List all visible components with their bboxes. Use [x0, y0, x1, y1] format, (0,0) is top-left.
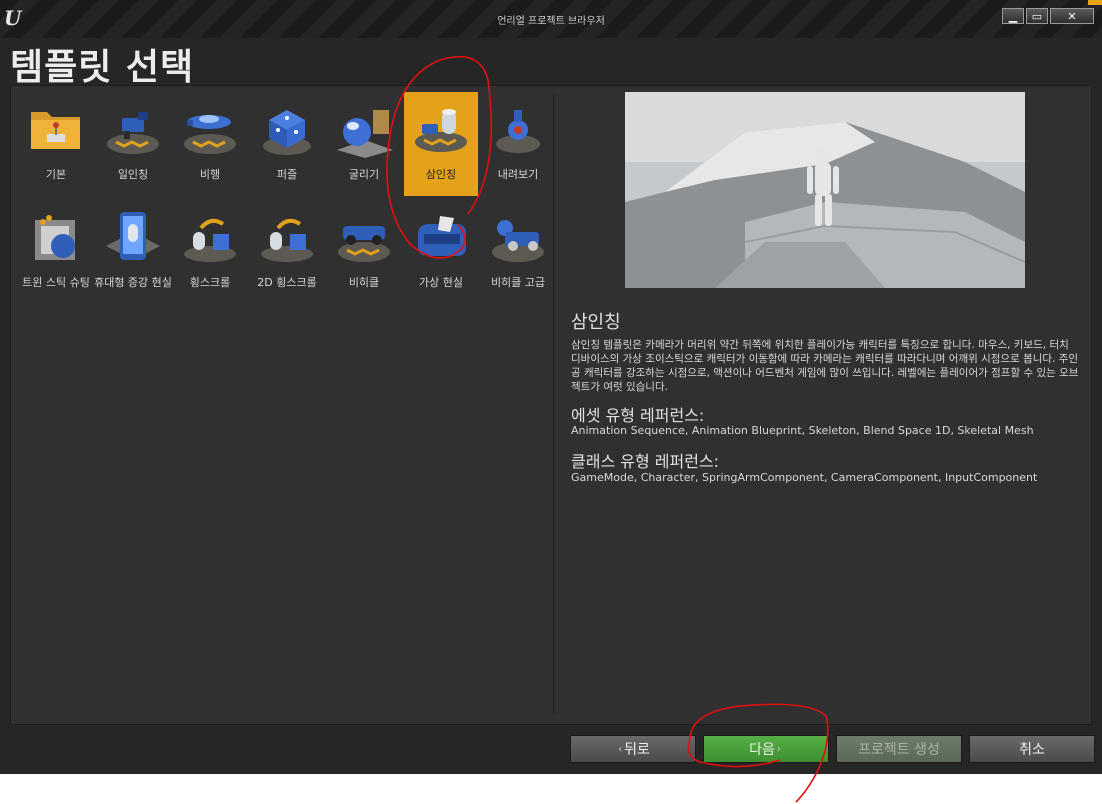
template-label: 비히클	[348, 276, 380, 289]
back-button-label: 뒤로	[624, 742, 650, 758]
template-label: 휴대형 증강 현실	[94, 276, 172, 289]
create-project-label: 프로젝트 생성	[858, 742, 940, 758]
template-third-person[interactable]: 삼인칭	[404, 92, 478, 196]
template-label: 삼인칭	[425, 168, 457, 181]
twin-stick-shooter-icon	[25, 206, 87, 268]
handheld-ar-icon	[102, 206, 164, 268]
template-label: 가상 현실	[419, 276, 463, 289]
template-detail-title: 삼인칭	[571, 312, 621, 333]
template-label: 트윈 스틱 슈팅	[22, 276, 90, 289]
template-label: 비히클 고급	[490, 276, 546, 289]
template-preview-image	[625, 92, 1026, 288]
back-button[interactable]: ‹ 뒤로	[570, 735, 696, 763]
template-vr[interactable]: 가상 현실	[404, 200, 478, 304]
chevron-right-icon: ›	[776, 743, 781, 755]
side-scroller-icon	[179, 206, 241, 268]
folder-joystick-icon	[25, 98, 87, 160]
rolling-ball-icon	[333, 98, 395, 160]
accent-strip	[1088, 0, 1102, 5]
next-button-label: 다음	[749, 742, 775, 758]
vehicle-advanced-icon	[487, 206, 549, 268]
first-person-gun-icon	[102, 98, 164, 160]
template-label: 횡스크롤	[189, 276, 231, 289]
template-top-down[interactable]: 내려보기	[481, 92, 555, 196]
cancel-button[interactable]: 취소	[969, 735, 1095, 763]
template-detail-description: 삼인칭 템플릿은 카메라가 머리위 약간 뒤쪽에 위치한 플레이가능 캐릭터를 …	[571, 339, 1079, 393]
project-browser-window: U 언리얼 프로젝트 브라우저 ▁ ▭ ✕ 템플릿 선택 기본 일인칭 비행 퍼…	[0, 0, 1102, 774]
template-flying[interactable]: 비행	[173, 92, 247, 196]
window-title: 언리얼 프로젝트 브라우저	[497, 16, 605, 27]
template-vehicle[interactable]: 비히클	[327, 200, 401, 304]
template-first-person[interactable]: 일인칭	[96, 92, 170, 196]
vehicle-icon	[333, 206, 395, 268]
template-handheld-ar[interactable]: 휴대형 증강 현실	[94, 200, 172, 304]
maximize-button[interactable]: ▭	[1026, 8, 1048, 24]
close-button[interactable]: ✕	[1050, 8, 1094, 24]
class-ref-list: GameMode, Character, SpringArmComponent,…	[571, 471, 1038, 484]
template-side-scroller-2d[interactable]: 2D 횡스크롤	[250, 200, 324, 304]
template-rolling[interactable]: 굴리기	[327, 92, 401, 196]
page-title: 템플릿 선택	[10, 47, 195, 88]
template-label: 2D 횡스크롤	[257, 276, 317, 289]
template-label: 퍼즐	[276, 168, 298, 181]
vr-headset-icon	[410, 206, 472, 268]
template-puzzle[interactable]: 퍼즐	[250, 92, 324, 196]
title-bar[interactable]: U 언리얼 프로젝트 브라우저 ▁ ▭ ✕	[0, 0, 1102, 38]
template-basic[interactable]: 기본	[19, 92, 93, 196]
panel-divider	[553, 94, 554, 714]
minimize-button[interactable]: ▁	[1002, 8, 1024, 24]
puzzle-cube-icon	[256, 98, 318, 160]
template-twin-stick[interactable]: 트윈 스틱 슈팅	[19, 200, 93, 304]
template-label: 일인칭	[117, 168, 149, 181]
next-button[interactable]: 다음 ›	[703, 735, 829, 763]
flying-ship-icon	[179, 98, 241, 160]
class-ref-heading: 클래스 유형 레퍼런스:	[571, 452, 720, 471]
template-side-scroller[interactable]: 횡스크롤	[173, 200, 247, 304]
template-vehicle-advanced[interactable]: 비히클 고급	[481, 200, 555, 304]
create-project-button[interactable]: 프로젝트 생성	[836, 735, 962, 763]
cancel-button-label: 취소	[1019, 742, 1045, 758]
template-panel: 기본 일인칭 비행 퍼즐 굴리기 삼인칭 내려보기 트윈 스틱 슈팅 휴대형 증…	[10, 85, 1092, 725]
asset-ref-heading: 에셋 유형 레퍼런스:	[571, 406, 705, 425]
top-down-icon	[487, 98, 549, 160]
template-label: 기본	[45, 168, 67, 181]
side-scroller-2d-icon	[256, 206, 318, 268]
asset-ref-list: Animation Sequence, Animation Blueprint,…	[571, 424, 1034, 437]
chevron-left-icon: ‹	[618, 743, 623, 755]
template-label: 내려보기	[497, 168, 539, 181]
template-label: 굴리기	[348, 168, 380, 181]
template-label: 비행	[199, 168, 221, 181]
third-person-character-icon	[410, 98, 472, 160]
